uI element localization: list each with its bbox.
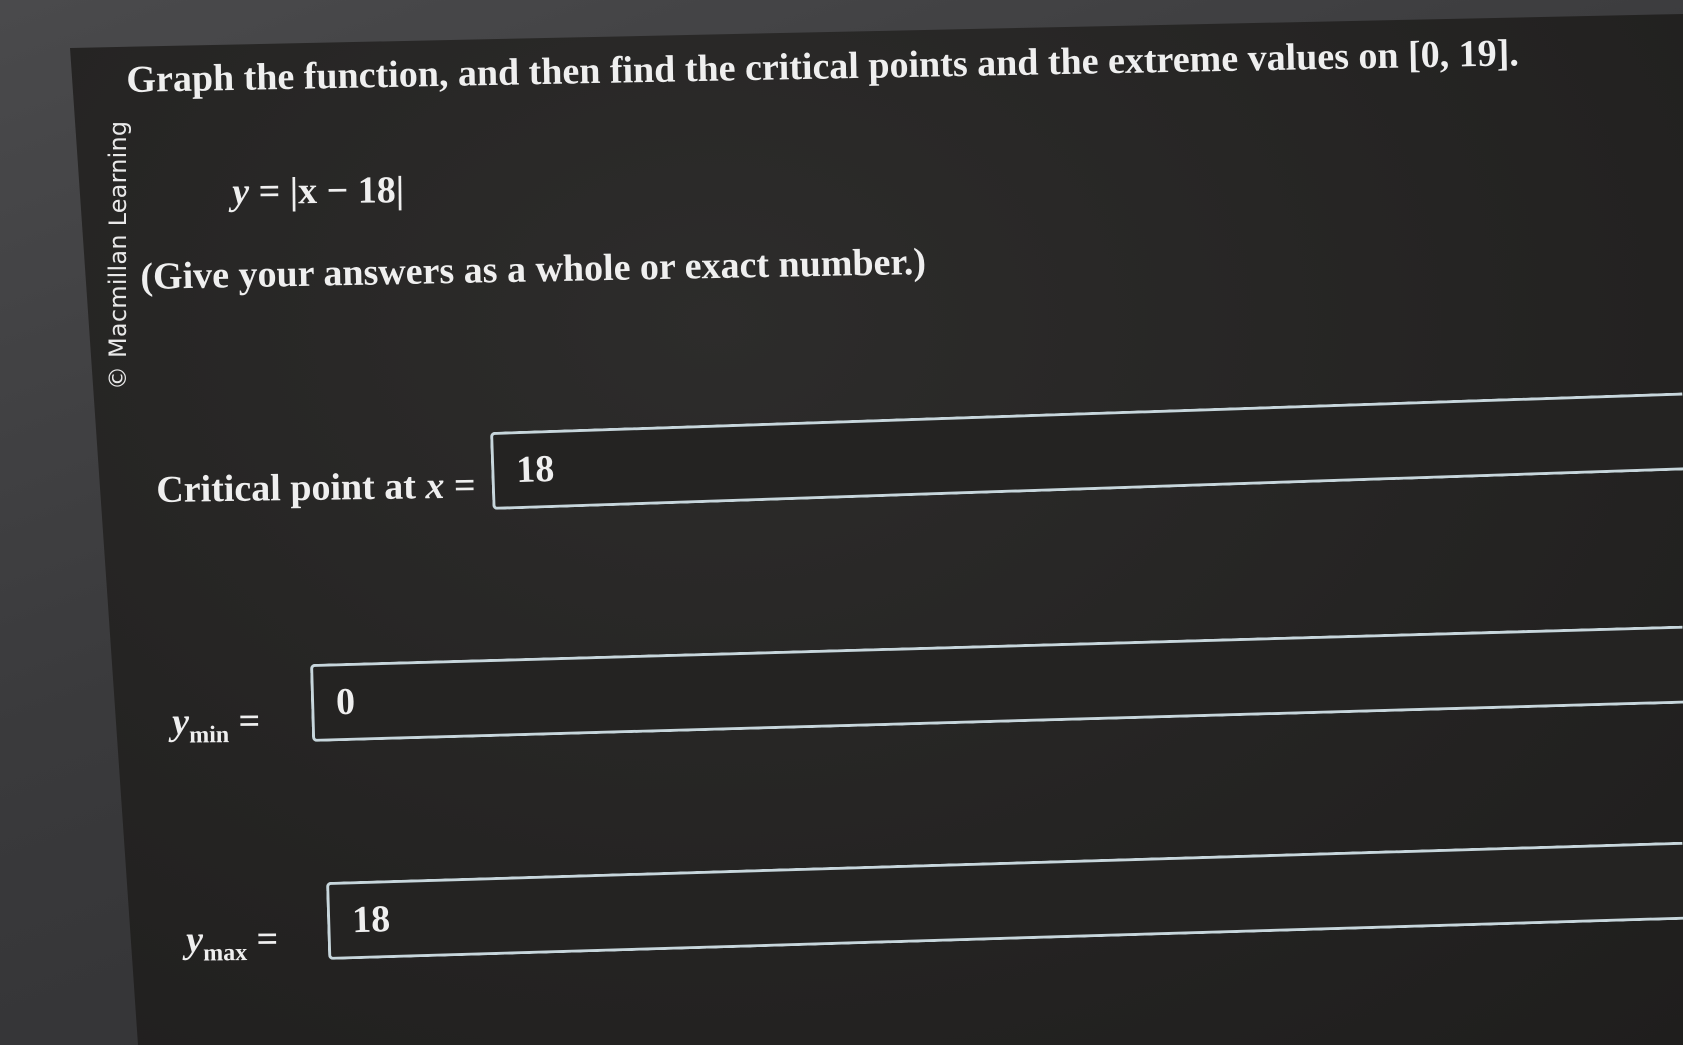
critical-point-label: Critical point at x = bbox=[156, 464, 476, 511]
equation-rhs: = |x − 18| bbox=[258, 169, 405, 213]
equation-lhs: y bbox=[232, 170, 250, 213]
copyright-watermark: © Macmillan Learning bbox=[104, 120, 132, 390]
critical-point-value: 18 bbox=[515, 447, 555, 492]
y-min-value: 0 bbox=[335, 680, 356, 724]
function-equation: y = |x − 18| bbox=[232, 168, 404, 214]
y-max-label: ymax = bbox=[186, 918, 279, 967]
y-max-value: 18 bbox=[351, 898, 391, 942]
y-min-label: ymin = bbox=[172, 700, 261, 749]
